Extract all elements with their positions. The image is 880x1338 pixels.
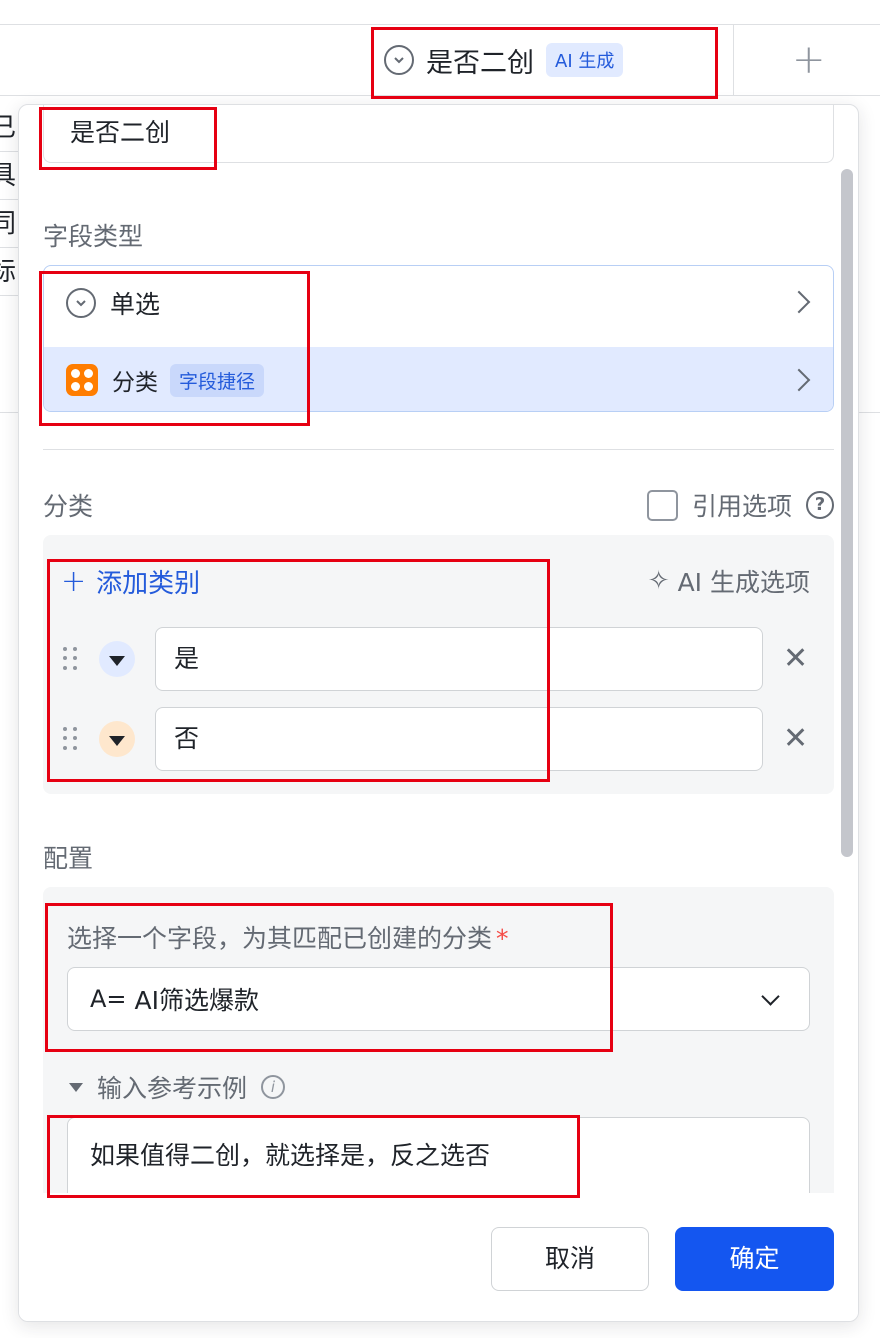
field-type-name: 分类 bbox=[112, 370, 158, 396]
table-row: 同 bbox=[0, 200, 18, 248]
cancel-button[interactable]: 取消 bbox=[491, 1227, 649, 1291]
required-mark: * bbox=[496, 924, 509, 953]
example-toggle[interactable]: 输入参考示例 i bbox=[69, 1069, 286, 1105]
info-icon[interactable]: i bbox=[261, 1075, 286, 1099]
ai-text-field-icon: A= bbox=[90, 985, 127, 1013]
category-options-box: + 添加类别 ✧ AI 生成选项 是 ✕ 否 ✕ bbox=[43, 535, 834, 794]
config-section-title: 配置 bbox=[43, 844, 94, 873]
ai-generate-options-button[interactable]: ✧ AI 生成选项 bbox=[648, 563, 810, 599]
close-icon[interactable]: ✕ bbox=[783, 719, 808, 759]
field-editor-panel: 是否二创 字段类型 单选 分类 字段捷径 分类 引用选项 ? + 添加类别 ✧ bbox=[18, 104, 859, 1322]
category-section-title: 分类 bbox=[43, 492, 94, 521]
config-question: 选择一个字段，为其匹配已创建的分类 * bbox=[67, 924, 509, 953]
field-type-label: 字段类型 bbox=[43, 222, 144, 251]
panel-scrollbar[interactable] bbox=[841, 169, 853, 857]
ai-generate-label: AI 生成选项 bbox=[677, 568, 810, 597]
ai-generated-badge: AI 生成 bbox=[546, 43, 624, 77]
category-icon bbox=[66, 364, 98, 396]
caret-down-icon bbox=[69, 1082, 83, 1092]
option-input[interactable]: 是 bbox=[155, 627, 763, 691]
help-icon[interactable]: ? bbox=[806, 491, 834, 519]
chevron-right-icon bbox=[787, 368, 811, 392]
field-select[interactable]: A= AI筛选爆款 bbox=[67, 967, 810, 1031]
chevron-right-icon bbox=[787, 290, 811, 314]
reference-option-checkbox[interactable] bbox=[646, 489, 678, 521]
close-icon[interactable]: ✕ bbox=[783, 639, 808, 679]
field-type-selector: 单选 分类 字段捷径 bbox=[43, 265, 834, 412]
option-color-picker[interactable] bbox=[99, 721, 135, 757]
category-option-row: 是 ✕ bbox=[63, 627, 833, 691]
field-type-category[interactable]: 分类 字段捷径 bbox=[44, 347, 833, 411]
chevron-down-icon bbox=[761, 987, 780, 1006]
drag-handle-icon[interactable] bbox=[63, 727, 79, 751]
panel-footer: 取消 确定 bbox=[19, 1193, 858, 1321]
option-color-picker[interactable] bbox=[99, 641, 135, 677]
confirm-button[interactable]: 确定 bbox=[675, 1227, 834, 1291]
column-divider bbox=[733, 24, 734, 96]
table-row: 具 bbox=[0, 152, 18, 200]
reference-option: 引用选项 ? bbox=[646, 487, 834, 523]
plus-icon: + bbox=[61, 563, 87, 599]
drag-handle-icon[interactable] bbox=[63, 647, 79, 671]
column-header-ai[interactable]: 是否二创 AI 生成 bbox=[384, 40, 624, 80]
category-option-row: 否 ✕ bbox=[63, 707, 833, 771]
sparkle-icon: ✧ bbox=[647, 566, 670, 596]
reference-option-label: 引用选项 bbox=[691, 492, 792, 521]
option-input[interactable]: 否 bbox=[155, 707, 763, 771]
circle-chevron-down-icon bbox=[66, 287, 96, 318]
add-column-icon[interactable]: + bbox=[792, 40, 826, 80]
column-title: 是否二创 bbox=[426, 47, 534, 79]
example-toggle-label: 输入参考示例 bbox=[97, 1074, 248, 1103]
field-type-single-select[interactable]: 单选 bbox=[44, 266, 833, 339]
add-category-button[interactable]: + 添加类别 bbox=[61, 563, 200, 600]
caret-down-icon bbox=[109, 655, 125, 666]
field-shortcut-tag: 字段捷径 bbox=[170, 363, 265, 397]
selected-field-value: AI筛选爆款 bbox=[134, 986, 260, 1015]
single-select-icon bbox=[384, 45, 414, 75]
field-type-name: 单选 bbox=[110, 289, 161, 319]
section-divider bbox=[43, 449, 834, 450]
table-row: 已 bbox=[0, 104, 18, 152]
table-row: 标 bbox=[0, 248, 18, 296]
add-category-label: 添加类别 bbox=[96, 569, 201, 599]
field-name-input[interactable]: 是否二创 bbox=[43, 105, 834, 163]
caret-down-icon bbox=[109, 735, 125, 746]
